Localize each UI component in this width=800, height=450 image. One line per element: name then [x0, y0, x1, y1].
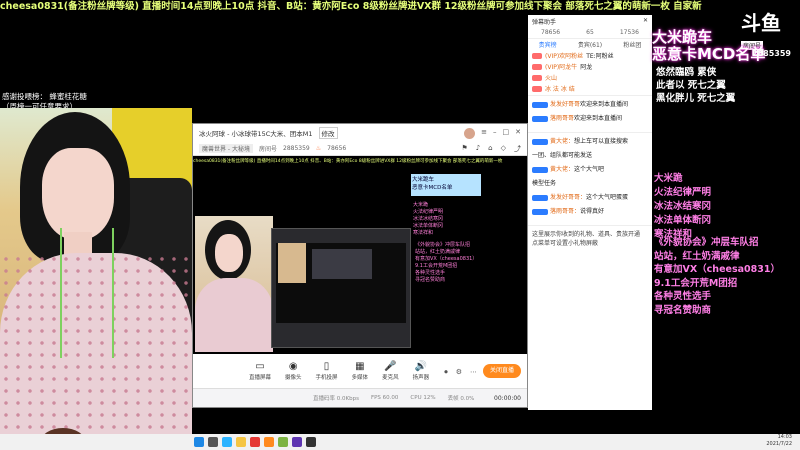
media-button[interactable]: ▦ 多媒体: [352, 361, 369, 381]
bag-icon[interactable]: ◇: [501, 144, 506, 154]
edit-title-button[interactable]: 修改: [318, 127, 338, 139]
media-icon: ▦: [355, 361, 365, 372]
microphone-button[interactable]: 🎤 麦克风: [382, 361, 399, 381]
list-item: 模型任务: [532, 180, 557, 187]
settings-icon[interactable]: ⚙: [456, 368, 462, 377]
phone-cast-button[interactable]: ▯ 手机投屏: [316, 361, 338, 381]
panel-header: 弹幕助手 ✕: [528, 15, 652, 27]
list-item[interactable]: (VIP)欢阿粉丝 TE:阿粉丝: [532, 50, 648, 61]
record-icon[interactable]: ⏺: [444, 368, 448, 377]
taskbar-clock[interactable]: 14:03 2021/7/22: [766, 434, 792, 448]
go-live-button[interactable]: 关闭直播: [483, 364, 521, 378]
stream-overlay-title: 大米跪车 恶意卡MCD名单 2885359: [652, 28, 791, 63]
gift-icon[interactable]: ⚑: [461, 144, 467, 154]
preview-webcam: [195, 216, 273, 352]
room-id: 2885359: [283, 145, 310, 152]
microphone-icon: 🎤: [384, 361, 397, 372]
webcam-feed: [0, 108, 192, 448]
avatar[interactable]: [464, 127, 476, 139]
list-item[interactable]: (VIP)阿龙牛 阿龙: [532, 61, 648, 72]
blacklist-overlay: 悠然臨鸥 累侠 此者以 死七之翼 黑化胖儿 死七之翼: [656, 67, 736, 104]
list-item: 黄大佬：想上车可以直接搜索: [532, 137, 648, 149]
stream-info-bar: 魔兽世界 - 大秘境 房间号 2885359 ♨ 78656 ⚑ ♪ ⌂ ◇ ⤴: [193, 142, 527, 156]
maximize-icon[interactable]: □: [503, 128, 510, 139]
app-icon[interactable]: [306, 437, 316, 447]
list-item: 落雨哥哥：说得真好: [532, 207, 648, 219]
screen-capture-button[interactable]: ▭ 直播屏幕: [249, 361, 271, 381]
folder-icon[interactable]: [236, 437, 246, 447]
room-number: 2885359: [752, 49, 791, 58]
tab-vip-rank[interactable]: 贵宾榜: [539, 40, 557, 49]
list-item[interactable]: 冰 法 冰 结: [532, 83, 648, 94]
list-item: 发发好哥哥欢迎来到本直播间: [532, 100, 648, 112]
start-icon[interactable]: [194, 437, 204, 447]
category-tag[interactable]: 魔兽世界 - 大秘境: [199, 144, 253, 153]
notice-list: 发发好哥哥欢迎来到本直播间 落雨哥哥欢迎来到本直播间: [528, 95, 652, 133]
list-item: 黄大佬：这个大气吧: [532, 165, 648, 177]
list-item[interactable]: 火山: [532, 72, 648, 83]
status-item: 丢帧 0.0%: [447, 396, 475, 402]
toolbar-right-icons: ⏺ ⚙ ⋯: [444, 368, 477, 377]
list-item: 一团、组队都可能发送: [532, 152, 593, 159]
status-bar: 直播码率 0.0Kbps FPS 60.00 CPU 12% 丢帧 0.0% 0…: [193, 388, 527, 407]
phone-icon: ▯: [323, 361, 330, 372]
app-icon[interactable]: [264, 437, 274, 447]
stat-online: 65: [586, 29, 594, 36]
status-item: FPS 60.00: [370, 395, 399, 401]
app-icon[interactable]: [292, 437, 302, 447]
stat-heat: 78656: [541, 29, 561, 36]
streaming-app-window: 冰火阿球 - 小冰球带15C大米、团本M1 修改 ≡ – □ ✕ 魔兽世界 - …: [192, 123, 528, 408]
overlay-line: 感谢投喂榜： 蜂蜜桂花糖: [2, 92, 87, 101]
panel-tabs: 贵宾榜 贵宾(61) 粉丝团: [528, 39, 652, 49]
status-item: CPU 12%: [410, 395, 436, 401]
team-roster-overlay: 大米跪 火法纪律严明 冰法冰结寒冈 冰法单体断冈 寒法祥和: [654, 173, 712, 240]
search-icon[interactable]: [208, 437, 218, 447]
panel-stats: 78656 65 17536: [528, 27, 652, 39]
danmaku-panel: 弹幕助手 ✕ 78656 65 17536 贵宾榜 贵宾(61) 粉丝团 (VI…: [528, 15, 652, 410]
bell-icon[interactable]: ♪: [476, 144, 480, 154]
system-message: 这里展示你收到的礼物、道具、贵族开通 点菜单可设置小礼物屏蔽: [528, 225, 652, 252]
os-taskbar: 14:03 2021/7/22: [0, 434, 800, 450]
share-icon[interactable]: ⤴: [514, 144, 521, 154]
close-icon[interactable]: ✕: [643, 17, 648, 25]
stream-timer: 00:00:00: [494, 394, 521, 402]
list-item: 发发好哥哥：这个大气吧蛋蛋: [532, 193, 648, 205]
stat-fans: 17536: [619, 29, 639, 36]
stream-title: 冰火阿球 - 小冰球带15C大米、团本M1: [199, 130, 313, 138]
tab-fan-club[interactable]: 粉丝团: [623, 40, 641, 49]
room-id-label: 房间号: [258, 146, 277, 153]
chat-list: 黄大佬：想上车可以直接搜索 一团、组队都可能发送 黄大佬：这个大气吧 模型任务 …: [528, 133, 652, 225]
stream-preview[interactable]: cheesa0831(备注粉丝牌等级) 直播时间14点到晚上10点 抖音、B站：…: [193, 156, 527, 354]
recruitment-overlay: 《外貌协会》冲层车队招 站站，红土奶满戚律 有意加VX（cheesa0831） …: [654, 237, 780, 316]
preview-nested-window: [271, 228, 411, 348]
more-icon[interactable]: ⋯: [470, 368, 477, 377]
app-icon[interactable]: [250, 437, 260, 447]
cast-icon[interactable]: ⌂: [488, 144, 492, 154]
tab-vip[interactable]: 贵宾(61): [578, 40, 602, 49]
status-item: 直播码率 0.0Kbps: [313, 396, 359, 402]
preview-ticker: cheesa0831(备注粉丝牌等级) 直播时间14点到晚上10点 抖音、B站：…: [193, 159, 503, 164]
scrolling-ticker: cheesa0831(备注粉丝牌等级) 直播时间14点到晚上10点 抖音、B站：…: [0, 1, 702, 12]
preview-chat-overlay: 《外貌协会》冲层车队招 站站，红土奶满戚律 有意加VX（cheesa0831） …: [415, 242, 478, 283]
speaker-icon: 🔊: [414, 361, 428, 372]
heat-count: 78656: [327, 145, 347, 152]
fire-icon: ♨: [315, 145, 322, 152]
camera-icon: ◉: [288, 361, 298, 372]
browser-icon[interactable]: [222, 437, 232, 447]
menu-icon[interactable]: ≡: [481, 128, 487, 139]
app-icon[interactable]: [278, 437, 288, 447]
preview-banner: 大米跪车 恶意卡MCD名单: [411, 174, 481, 196]
camera-button[interactable]: ◉ 摄像头: [285, 361, 302, 381]
screen-icon: ▭: [255, 361, 265, 372]
close-icon[interactable]: ✕: [515, 128, 521, 139]
list-item: 落雨哥哥欢迎来到本直播间: [532, 114, 648, 126]
rank-list: (VIP)欢阿粉丝 TE:阿粉丝 (VIP)阿龙牛 阿龙 火山 冰 法 冰 结: [528, 49, 652, 95]
minimize-icon[interactable]: –: [493, 128, 497, 139]
panel-title: 弹幕助手: [532, 19, 557, 26]
window-titlebar: 冰火阿球 - 小冰球带15C大米、团本M1 修改 ≡ – □ ✕: [193, 124, 527, 142]
speaker-button[interactable]: 🔊 扬声器: [413, 361, 430, 381]
